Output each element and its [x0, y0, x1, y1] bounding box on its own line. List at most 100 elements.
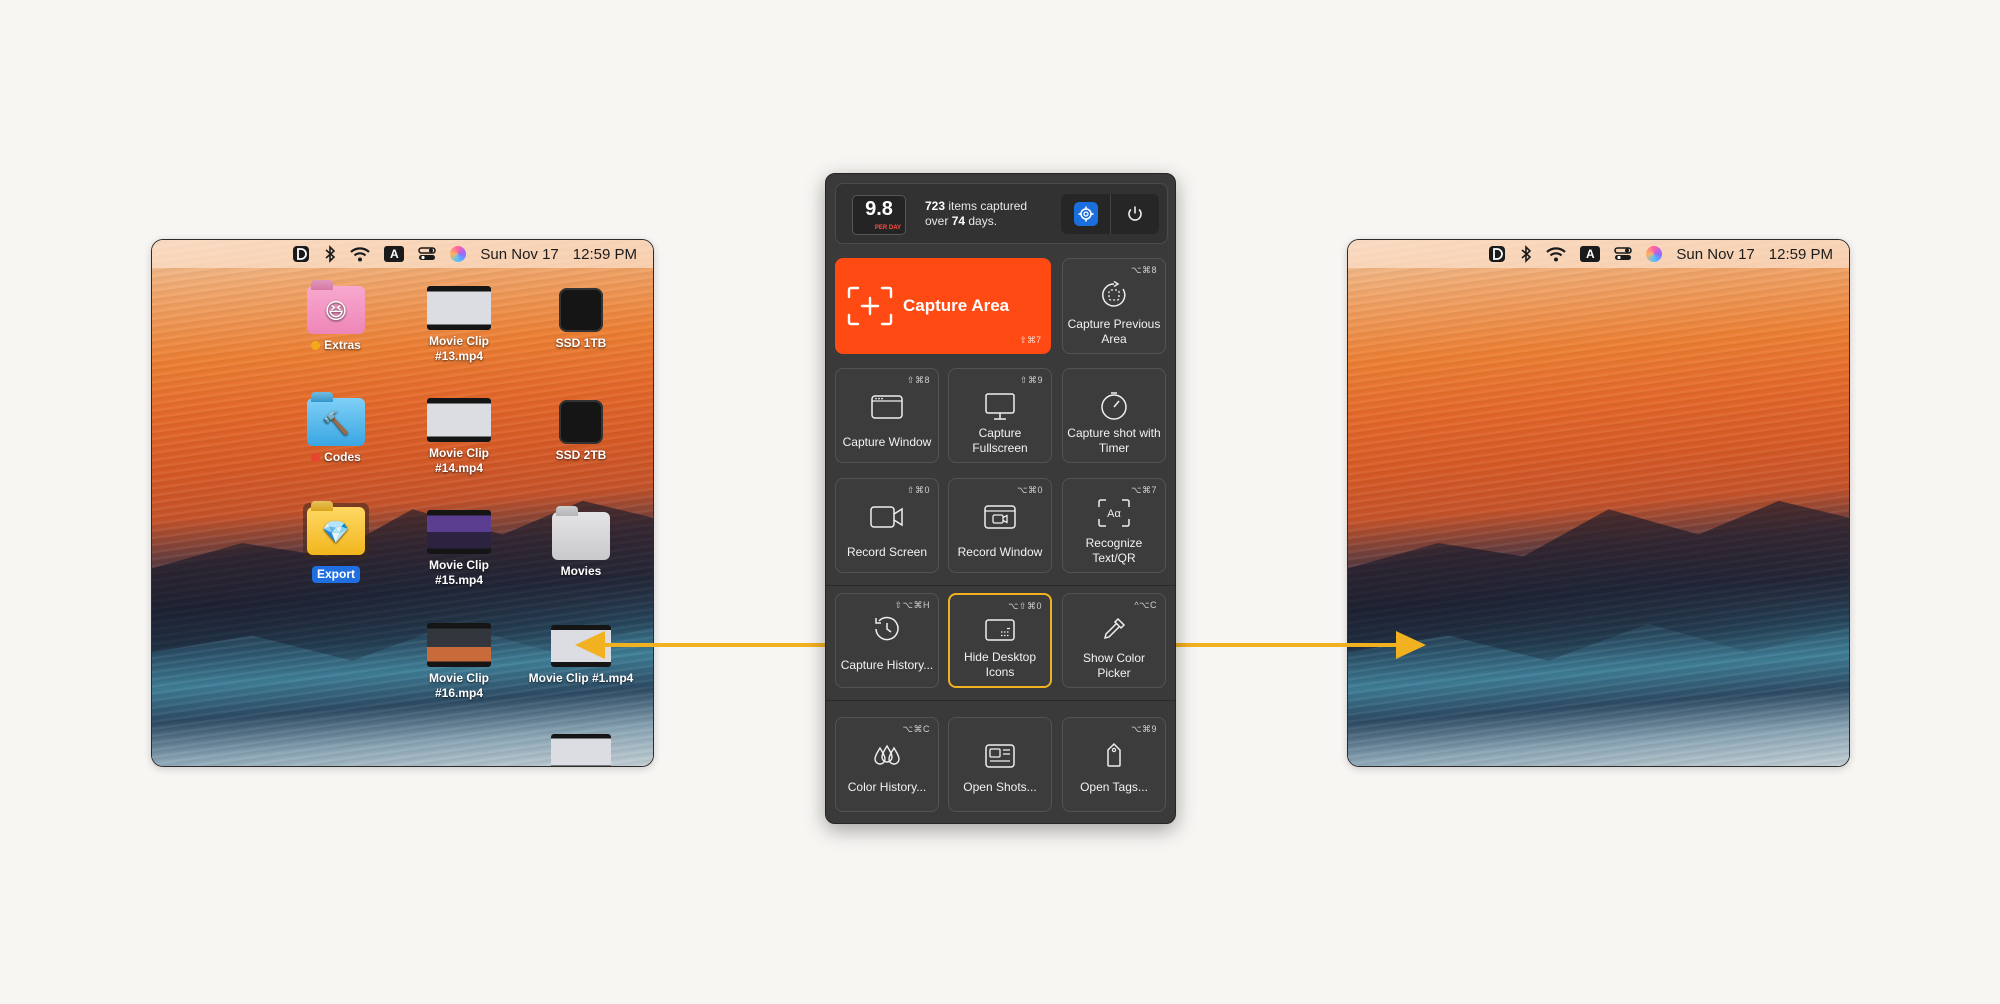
desktop-icon-export[interactable]: 💎 Export	[281, 503, 391, 583]
capture-shot-with-timer-button[interactable]: Capture shot with Timer	[1062, 368, 1166, 463]
desktop-icon-ssd-2tb[interactable]: SSD 2TB	[526, 400, 636, 463]
shortcut-label: ⌥⇧⌘0	[1008, 601, 1042, 611]
shortcut-label: ⇧⌥⌘H	[894, 600, 930, 610]
hide-desktop-icons-button[interactable]: ⌥⇧⌘0 Hide Desktop Icons	[948, 593, 1052, 688]
show-color-picker-button[interactable]: ^⌥C Show Color Picker	[1062, 593, 1166, 688]
arrowhead-left-icon	[575, 631, 605, 659]
capture-menu-panel: 9.8 PER DAY 723 items captured over 74 d…	[825, 173, 1176, 824]
eyedropper-icon	[1063, 616, 1165, 642]
settings-button[interactable]	[1061, 194, 1110, 234]
panel-header: 9.8 PER DAY 723 items captured over 74 d…	[835, 183, 1168, 244]
video-camera-icon	[836, 505, 938, 529]
capture-rate-value: 9.8	[865, 198, 893, 220]
desktop-icon-movie-clip-16[interactable]: Movie Clip #16.mp4	[404, 623, 514, 701]
control-center-icon[interactable]	[1614, 245, 1633, 263]
icon-label: SSD 2TB	[555, 448, 607, 462]
divider	[826, 700, 1175, 701]
items-count: 723	[925, 199, 946, 213]
tile-label: Open Shots...	[963, 780, 1037, 794]
tile-label: Capture Previous Area	[1067, 317, 1161, 346]
recognize-text-qr-button[interactable]: ⌥⌘7 Aα Recognize Text/QR	[1062, 478, 1166, 573]
divider	[826, 585, 1175, 586]
desktop-icon-movies[interactable]: Movies	[526, 512, 636, 579]
folder-icon: 😆	[307, 286, 365, 334]
tile-label: Capture shot with Timer	[1067, 426, 1161, 455]
input-source-icon[interactable]: A	[1580, 246, 1601, 262]
menubar-time[interactable]: 12:59 PM	[573, 246, 637, 263]
xcode-hammer-icon: 🔨	[322, 410, 350, 436]
desktop-icon-ssd-1tb[interactable]: SSD 1TB	[526, 288, 636, 351]
desktop-icon-codes[interactable]: 🔨 Codes	[281, 398, 391, 465]
desktop-icon-partial[interactable]	[526, 734, 636, 766]
desktop-icon-movie-clip-14[interactable]: Movie Clip #14.mp4	[404, 398, 514, 476]
menubar-time[interactable]: 12:59 PM	[1769, 246, 1833, 263]
capture-previous-area-button[interactable]: ⌥⌘8 Capture Previous Area	[1062, 258, 1166, 354]
folder-icon: 🔨	[307, 398, 365, 446]
folder-icon: 💎	[307, 507, 365, 555]
power-icon	[1128, 206, 1142, 221]
text-recognition-icon: Aα	[1063, 499, 1165, 527]
bluetooth-icon[interactable]	[1520, 245, 1532, 263]
capture-area-label: Capture Area	[903, 296, 1010, 315]
menubar-date[interactable]: Sun Nov 17	[480, 246, 558, 263]
external-drive-icon	[559, 288, 603, 332]
open-shots-button[interactable]: Open Shots...	[948, 717, 1052, 812]
wallpaper	[1348, 240, 1849, 766]
tile-label: Record Window	[957, 545, 1043, 559]
menubar-date[interactable]: Sun Nov 17	[1676, 246, 1754, 263]
video-thumbnail-icon	[551, 734, 611, 766]
capture-history-button[interactable]: ⇧⌥⌘H Capture History...	[835, 593, 939, 688]
capture-window-button[interactable]: ⇧⌘8 Capture Window	[835, 368, 939, 463]
dashlane-icon[interactable]	[1488, 245, 1506, 263]
arrowhead-right-icon	[1396, 631, 1426, 659]
icon-label: Extras	[324, 338, 361, 352]
icon-label: Movie Clip #16.mp4	[428, 671, 489, 700]
record-window-icon	[949, 505, 1051, 529]
shortcut-label: ⌥⌘7	[1131, 485, 1157, 495]
bluetooth-icon[interactable]	[324, 245, 336, 263]
desktop-before: A Sun Nov 17 12:59 PM 😆 Extras 🔨 Codes 💎…	[151, 239, 654, 767]
tile-label: Capture History...	[840, 658, 934, 672]
desktop-icon-movie-clip-13[interactable]: Movie Clip #13.mp4	[404, 286, 514, 364]
hide-desktop-icon	[950, 619, 1050, 641]
record-screen-button[interactable]: ⇧⌘0 Record Screen	[835, 478, 939, 573]
tile-label: Color History...	[847, 780, 927, 794]
shortcut-label: ⌥⌘8	[1131, 265, 1157, 275]
icon-label: Codes	[324, 450, 361, 464]
wifi-icon[interactable]	[1546, 245, 1567, 263]
capture-rate-unit: PER DAY	[874, 225, 901, 231]
shortcut-label: ⇧⌘0	[906, 485, 930, 495]
folder-icon	[552, 512, 610, 560]
dashlane-icon[interactable]	[292, 245, 310, 263]
open-tags-button[interactable]: ⌥⌘9 Open Tags...	[1062, 717, 1166, 812]
shortcut-label: ^⌥C	[1134, 600, 1157, 610]
desktop-after: A Sun Nov 17 12:59 PM	[1347, 239, 1850, 767]
siri-icon[interactable]	[1646, 246, 1663, 262]
previous-area-icon	[1063, 281, 1165, 309]
record-window-button[interactable]: ⌥⌘0 Record Window	[948, 478, 1052, 573]
control-center-icon[interactable]	[418, 245, 437, 263]
input-source-icon[interactable]: A	[384, 246, 405, 262]
video-thumbnail-icon	[427, 398, 491, 442]
capture-fullscreen-button[interactable]: ⇧⌘9 Capture Fullscreen	[948, 368, 1052, 463]
icon-label: Movies	[560, 564, 602, 578]
capture-area-button[interactable]: Capture Area ⇧⌘7	[835, 258, 1051, 354]
color-history-button[interactable]: ⌥⌘C Color History...	[835, 717, 939, 812]
capture-rate-badge: 9.8 PER DAY	[852, 195, 906, 235]
quit-button[interactable]	[1110, 194, 1159, 234]
tag-icon	[1063, 742, 1165, 768]
wifi-icon[interactable]	[350, 245, 371, 263]
icon-label: Movie Clip #14.mp4	[428, 446, 489, 475]
desktop-icon-extras[interactable]: 😆 Extras	[281, 286, 391, 353]
shortcut-label: ⇧⌘9	[1019, 375, 1043, 385]
monitor-icon	[949, 393, 1051, 421]
tile-label: Capture Window	[842, 435, 932, 449]
shots-icon	[949, 744, 1051, 768]
history-icon	[836, 614, 938, 644]
shortcut-label: ⇧⌘8	[906, 375, 930, 385]
desktop-icon-movie-clip-15[interactable]: Movie Clip #15.mp4	[404, 510, 514, 588]
siri-icon[interactable]	[450, 246, 467, 262]
icon-label: Movie Clip #13.mp4	[428, 334, 489, 363]
icon-label: Movie Clip #15.mp4	[428, 558, 489, 587]
shortcut-label: ⌥⌘C	[902, 724, 930, 734]
